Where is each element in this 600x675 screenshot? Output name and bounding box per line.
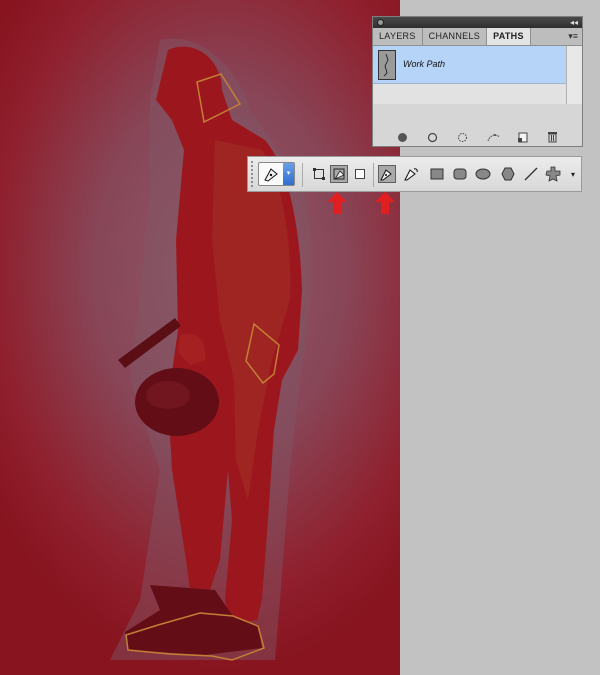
paths-list: Work Path bbox=[373, 46, 566, 104]
pen-preset-icon bbox=[263, 166, 281, 187]
tab-channels[interactable]: CHANNELS bbox=[423, 28, 488, 45]
shape-layers-button[interactable] bbox=[310, 165, 328, 183]
panel-titlebar[interactable]: ◂◂ bbox=[373, 17, 582, 28]
polygon-tool-button[interactable] bbox=[499, 165, 517, 183]
make-work-path-icon[interactable] bbox=[487, 131, 499, 143]
path-name: Work Path bbox=[403, 59, 446, 69]
ellipse-tool-button[interactable] bbox=[474, 165, 492, 183]
quick-mask-overlay bbox=[0, 0, 400, 675]
separator bbox=[302, 163, 303, 187]
close-icon[interactable] bbox=[377, 19, 384, 26]
panel-scrollbar[interactable] bbox=[566, 46, 582, 104]
path-row-work-path[interactable]: Work Path bbox=[373, 46, 566, 84]
line-tool-button[interactable] bbox=[522, 165, 540, 183]
rounded-rectangle-tool-button[interactable] bbox=[451, 165, 469, 183]
delete-path-icon[interactable] bbox=[547, 131, 559, 143]
document-canvas[interactable] bbox=[0, 0, 400, 675]
tab-layers[interactable]: LAYERS bbox=[373, 28, 423, 45]
tool-preset-picker[interactable]: ▾ bbox=[258, 162, 295, 186]
annotation-arrow-icon bbox=[375, 192, 395, 219]
rectangle-tool-button[interactable] bbox=[428, 165, 446, 183]
annotation-arrow-icon bbox=[327, 192, 347, 219]
load-selection-icon[interactable] bbox=[456, 131, 468, 143]
panel-tabs: LAYERS CHANNELS PATHS ▾≡ bbox=[373, 28, 582, 46]
panel-footer bbox=[373, 127, 582, 147]
options-bar-grip[interactable] bbox=[250, 160, 254, 188]
new-path-icon[interactable] bbox=[517, 131, 529, 143]
collapse-icon[interactable]: ◂◂ bbox=[570, 17, 578, 28]
shape-dropdown-icon[interactable]: ▾ bbox=[564, 165, 582, 183]
fill-path-icon[interactable] bbox=[396, 131, 408, 143]
tool-options-bar: ▾ ▾ bbox=[247, 156, 582, 192]
fill-pixels-button[interactable] bbox=[351, 165, 369, 183]
paths-panel: ◂◂ LAYERS CHANNELS PATHS ▾≡ Work Path bbox=[372, 16, 583, 147]
chevron-down-icon[interactable]: ▾ bbox=[283, 163, 294, 185]
paths-mode-button[interactable] bbox=[330, 165, 348, 183]
freeform-pen-tool-button[interactable] bbox=[402, 165, 420, 183]
tab-paths[interactable]: PATHS bbox=[487, 28, 531, 45]
path-thumbnail bbox=[378, 50, 396, 80]
panel-menu-icon[interactable]: ▾≡ bbox=[568, 31, 578, 42]
stroke-path-icon[interactable] bbox=[426, 131, 438, 143]
custom-shape-tool-button[interactable] bbox=[544, 165, 562, 183]
pen-tool-button[interactable] bbox=[378, 165, 396, 183]
separator bbox=[373, 163, 374, 187]
